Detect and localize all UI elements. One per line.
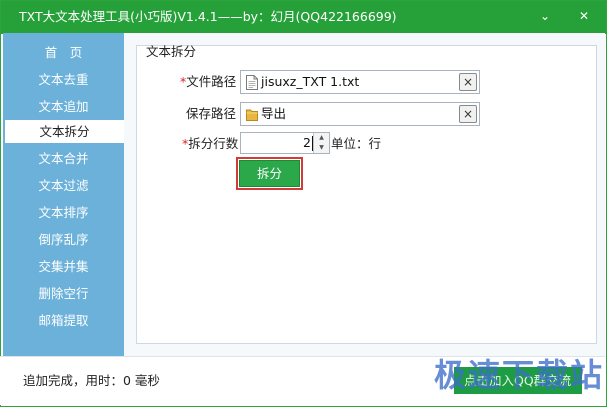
clear-save-path-button[interactable]: × — [459, 105, 477, 123]
sidebar-item-intersect-union[interactable]: 交集并集 — [3, 255, 124, 278]
stepper-down-icon[interactable]: ▼ — [314, 143, 329, 153]
split-lines-stepper[interactable]: 2 ▲ ▼ — [240, 132, 330, 154]
sidebar-item-filter[interactable]: 文本过滤 — [3, 174, 124, 197]
file-path-field[interactable]: jisuxz_TXT 1.txt × — [240, 70, 480, 94]
title-bar[interactable]: TXT大文本处理工具(小巧版)V1.4.1——by：幻月(QQ422166699… — [1, 1, 606, 34]
sidebar-item-merge[interactable]: 文本合并 — [3, 147, 124, 170]
sidebar-item-append[interactable]: 文本追加 — [3, 95, 124, 118]
split-lines-label: *拆分行数 — [182, 136, 239, 151]
folder-icon — [246, 109, 258, 121]
split-button[interactable]: 拆分 — [239, 160, 300, 187]
sidebar-item-reverse-shuffle[interactable]: 倒序乱序 — [3, 228, 124, 251]
save-path-value: 导出 — [261, 106, 287, 121]
status-text: 追加完成，用时：0 毫秒 — [23, 373, 160, 388]
split-lines-value: 2 — [303, 135, 311, 150]
file-path-label: *文件路径 — [180, 74, 237, 89]
save-path-field[interactable]: 导出 × — [240, 102, 480, 126]
sidebar-item-remove-blank-lines[interactable]: 删除空行 — [3, 282, 124, 305]
sidebar-item-sort[interactable]: 文本排序 — [3, 201, 124, 224]
close-icon[interactable]: ✕ — [574, 7, 594, 25]
save-path-label: 保存路径 — [186, 106, 237, 121]
sidebar-item-dedupe[interactable]: 文本去重 — [3, 68, 124, 91]
file-icon — [246, 75, 258, 90]
clear-file-path-button[interactable]: × — [459, 73, 477, 91]
sidebar: 首 页 文本去重 文本追加 文本拆分 文本合并 文本过滤 文本排序 倒序乱序 交… — [3, 33, 124, 356]
file-path-value: jisuxz_TXT 1.txt — [261, 74, 360, 89]
sidebar-item-home[interactable]: 首 页 — [3, 41, 124, 64]
stepper-arrows: ▲ ▼ — [313, 133, 329, 153]
stepper-up-icon[interactable]: ▲ — [314, 133, 329, 143]
split-lines-unit: 单位：行 — [331, 136, 382, 151]
watermark: 极速下载站 — [434, 356, 605, 394]
panel-title: 文本拆分 — [146, 44, 197, 59]
sidebar-item-split[interactable]: 文本拆分 — [5, 120, 124, 143]
menu-dropdown-icon[interactable]: ⌄ — [535, 7, 555, 25]
sidebar-item-email-extract[interactable]: 邮箱提取 — [3, 309, 124, 332]
window-title: TXT大文本处理工具(小巧版)V1.4.1——by：幻月(QQ422166699… — [19, 9, 397, 24]
